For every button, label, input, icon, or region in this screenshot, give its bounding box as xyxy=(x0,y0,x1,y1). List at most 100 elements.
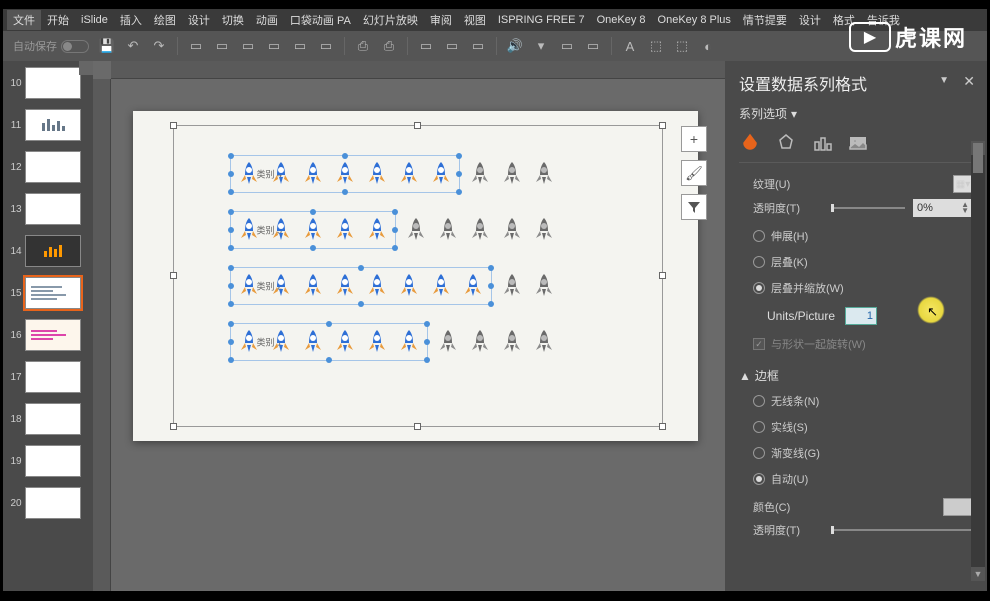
menu-item[interactable]: 插入 xyxy=(114,10,148,30)
resize-handle[interactable] xyxy=(659,272,666,279)
menu-item[interactable]: 视图 xyxy=(458,10,492,30)
series-handle[interactable] xyxy=(424,357,430,363)
series-options-dropdown[interactable]: 系列选项 ▾ xyxy=(739,105,973,122)
series-handle[interactable] xyxy=(228,227,234,233)
series-handle[interactable] xyxy=(342,189,348,195)
bar-group[interactable]: 类别 1 xyxy=(230,320,556,364)
slide-thumbnail[interactable] xyxy=(25,319,81,351)
resize-handle[interactable] xyxy=(170,272,177,279)
series-handle[interactable] xyxy=(228,209,234,215)
slide-thumbnail[interactable] xyxy=(25,445,81,477)
border-section[interactable]: ▲边框 xyxy=(739,367,973,384)
solid-radio[interactable]: 实线(S) xyxy=(739,414,973,440)
series-handle[interactable] xyxy=(228,171,234,177)
resize-handle[interactable] xyxy=(170,122,177,129)
tool-icon[interactable]: ▭ xyxy=(470,38,486,54)
series-handle[interactable] xyxy=(456,189,462,195)
tool-icon[interactable]: ▭ xyxy=(266,38,282,54)
slide-thumbnail[interactable] xyxy=(25,193,81,225)
thumbnail-row[interactable]: 11 xyxy=(7,109,89,141)
menu-item[interactable]: 幻灯片放映 xyxy=(357,10,424,30)
slide-thumbnail[interactable] xyxy=(25,403,81,435)
thumbnail-row[interactable]: 17 xyxy=(7,361,89,393)
scroll-thumb[interactable] xyxy=(973,143,983,173)
thumbnail-row[interactable]: 16 xyxy=(7,319,89,351)
transparency2-slider[interactable] xyxy=(831,529,973,531)
tool-icon[interactable]: ▭ xyxy=(240,38,256,54)
gradient-radio[interactable]: 渐变线(G) xyxy=(739,440,973,466)
menu-item[interactable]: iSlide xyxy=(75,12,114,28)
auto-radio[interactable]: 自动(U) xyxy=(739,466,973,492)
grey-series-bar[interactable] xyxy=(436,324,556,360)
series-handle[interactable] xyxy=(326,321,332,327)
series-handle[interactable] xyxy=(488,283,494,289)
slide-thumbnails[interactable]: 1011121314151617181920 xyxy=(3,61,93,591)
slide-thumbnail[interactable] xyxy=(25,151,81,183)
series-handle[interactable] xyxy=(488,301,494,307)
menu-item[interactable]: 动画 xyxy=(250,10,284,30)
blue-series-bar[interactable] xyxy=(230,323,428,361)
thumbnail-row[interactable]: 12 xyxy=(7,151,89,183)
series-handle[interactable] xyxy=(326,357,332,363)
rotate-with-shape-check[interactable]: ✓ 与形状一起旋转(W) xyxy=(739,331,973,357)
series-handle[interactable] xyxy=(392,209,398,215)
slide-thumbnail[interactable] xyxy=(25,487,81,519)
menu-item[interactable]: 情节提要 xyxy=(737,10,793,30)
slide-canvas[interactable]: 类别 4类别 3类别 2类别 1 + 🖌 xyxy=(93,61,725,591)
scroll-down-icon[interactable]: ▼ xyxy=(971,567,985,581)
thumbnail-row[interactable]: 19 xyxy=(7,445,89,477)
units-input[interactable] xyxy=(845,307,877,325)
resize-handle[interactable] xyxy=(659,122,666,129)
series-handle[interactable] xyxy=(228,339,234,345)
menu-item[interactable]: 切换 xyxy=(216,10,250,30)
tool-icon[interactable]: ▾ xyxy=(533,38,549,54)
resize-handle[interactable] xyxy=(659,423,666,430)
tool-icon[interactable]: ⎙ xyxy=(381,38,397,54)
texture-button[interactable]: ▦▾ xyxy=(953,175,973,193)
chart-plus-button[interactable]: + xyxy=(681,126,707,152)
thumbnail-row[interactable]: 18 xyxy=(7,403,89,435)
series-handle[interactable] xyxy=(488,265,494,271)
autosave-toggle[interactable]: 自动保存 xyxy=(13,38,89,54)
font-icon[interactable]: A xyxy=(622,38,638,54)
color-button[interactable]: ✎▾ xyxy=(943,498,973,516)
menu-item[interactable]: ISPRING FREE 7 xyxy=(492,12,591,28)
fill-tab-icon[interactable] xyxy=(739,132,761,154)
tool-icon[interactable]: ▭ xyxy=(559,38,575,54)
slide-thumbnail[interactable] xyxy=(25,361,81,393)
tool-icon[interactable]: ⬚ xyxy=(648,38,664,54)
menu-item[interactable]: 设计 xyxy=(793,10,827,30)
slide-thumbnail[interactable] xyxy=(25,67,81,99)
tool-icon[interactable]: ▭ xyxy=(418,38,434,54)
stretch-radio[interactable]: 伸展(H) xyxy=(739,223,973,249)
grey-series-bar[interactable] xyxy=(468,156,556,192)
thumbnail-row[interactable]: 20 xyxy=(7,487,89,519)
resize-handle[interactable] xyxy=(170,423,177,430)
menu-item[interactable]: 开始 xyxy=(41,10,75,30)
series-handle[interactable] xyxy=(358,301,364,307)
tool-icon[interactable]: ▭ xyxy=(188,38,204,54)
menu-item[interactable]: OneKey 8 xyxy=(591,12,652,28)
thumbnail-row[interactable]: 13 xyxy=(7,193,89,225)
menu-item[interactable]: 设计 xyxy=(182,10,216,30)
slide-thumbnail[interactable] xyxy=(25,277,81,309)
slide-thumbnail[interactable] xyxy=(25,235,81,267)
series-handle[interactable] xyxy=(424,321,430,327)
panel-dropdown-icon[interactable]: ▼ xyxy=(939,75,949,86)
tool-icon[interactable]: ▭ xyxy=(585,38,601,54)
series-handle[interactable] xyxy=(228,301,234,307)
series-handle[interactable] xyxy=(342,153,348,159)
transparency-slider[interactable] xyxy=(831,207,905,209)
undo-icon[interactable]: ↶ xyxy=(125,38,141,54)
series-handle[interactable] xyxy=(310,245,316,251)
size-tab-icon[interactable] xyxy=(811,132,833,154)
tool-icon[interactable]: ◐ xyxy=(700,38,716,54)
resize-handle[interactable] xyxy=(414,122,421,129)
blue-series-bar[interactable] xyxy=(230,211,396,249)
series-handle[interactable] xyxy=(228,321,234,327)
menu-item[interactable]: 文件 xyxy=(7,10,41,30)
menu-item[interactable]: 口袋动画 PA xyxy=(284,10,357,30)
panel-scrollbar[interactable]: ▲ ▼ xyxy=(971,141,985,581)
transparency-spinbox[interactable]: 0%▲▼ xyxy=(913,199,973,217)
chart-selection[interactable]: 类别 4类别 3类别 2类别 1 xyxy=(173,125,663,427)
